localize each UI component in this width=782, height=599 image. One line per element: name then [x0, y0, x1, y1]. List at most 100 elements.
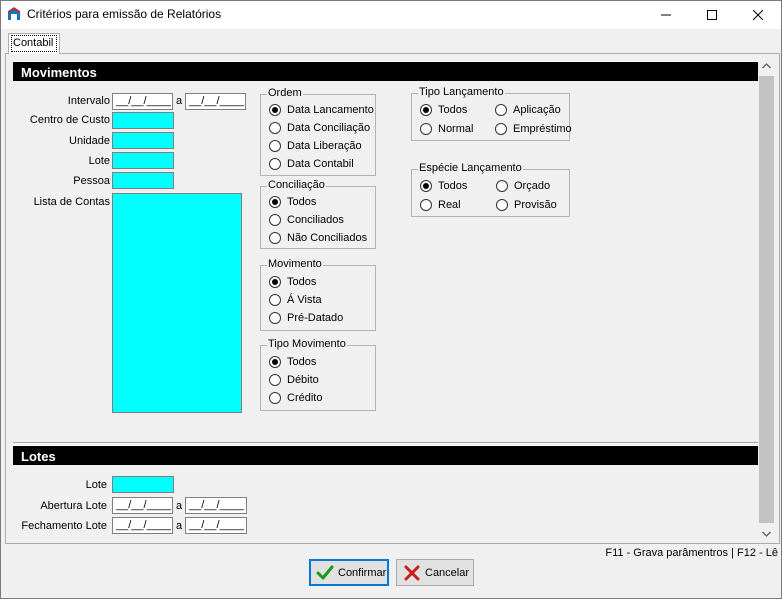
- radio-dot-icon: [269, 104, 281, 116]
- radio-conciliacao-todos[interactable]: Todos: [269, 196, 316, 208]
- radio-label: Real: [438, 199, 461, 211]
- radio-tipo-movimento-debito[interactable]: Débito: [269, 374, 319, 386]
- radio-dot-icon: [269, 392, 281, 404]
- radio-conciliacao-conciliados[interactable]: Conciliados: [269, 214, 344, 226]
- lote-label: Lote: [88, 155, 110, 167]
- radio-label: Data Lancamento: [287, 104, 374, 116]
- centro-custo-input[interactable]: [112, 112, 174, 129]
- abertura-from-input[interactable]: __/__/____: [112, 497, 173, 514]
- window-title: Critérios para emissão de Relatórios: [27, 7, 222, 21]
- x-icon: [404, 565, 420, 580]
- radio-ordem-data-liberacao[interactable]: Data Liberação: [269, 140, 362, 152]
- maximize-button[interactable]: [689, 1, 735, 29]
- movimentos-header: Movimentos: [13, 61, 758, 81]
- radio-tipo-lancamento-todos[interactable]: Todos: [420, 104, 467, 116]
- radio-label: Débito: [287, 374, 319, 386]
- radio-label: Todos: [438, 104, 468, 116]
- radio-dot-icon: [420, 199, 432, 211]
- checkmark-icon: [316, 565, 334, 579]
- radio-dot-icon: [269, 122, 281, 134]
- tipo-lancamento-group: Tipo Lançamento Todos Aplicação Normal E…: [411, 86, 572, 141]
- movimentos-title: Movimentos: [21, 65, 97, 80]
- shortcut-status-text: F11 - Grava parâmentros | F12 - Lê: [605, 547, 778, 559]
- abertura-to-input[interactable]: __/__/____: [185, 497, 247, 514]
- tipo-movimento-legend: Tipo Movimento: [267, 338, 347, 350]
- cancel-label: Cancelar: [425, 566, 470, 579]
- radio-label: Aplicação: [513, 104, 561, 116]
- fechamento-lote-label: Fechamento Lote: [21, 520, 107, 532]
- movimento-legend: Movimento: [267, 258, 323, 270]
- radio-label: Conciliados: [287, 214, 344, 226]
- radio-dot-icon: [269, 356, 281, 368]
- tipo-movimento-group: Tipo Movimento Todos Débito Crédito: [260, 338, 376, 411]
- scroll-thumb[interactable]: [759, 76, 774, 523]
- scroll-down-button[interactable]: [758, 525, 775, 542]
- radio-movimento-a-vista[interactable]: Á Vista: [269, 294, 322, 306]
- radio-movimento-todos[interactable]: Todos: [269, 276, 316, 288]
- radio-label: Todos: [287, 276, 317, 288]
- radio-tipo-lancamento-aplicacao[interactable]: Aplicação: [495, 104, 561, 116]
- intervalo-from-input[interactable]: __/__/____: [112, 93, 173, 110]
- lotes-lote-label: Lote: [85, 479, 107, 491]
- lotes-title: Lotes: [21, 449, 56, 464]
- radio-especie-lancamento-provisao[interactable]: Provisão: [496, 199, 557, 211]
- pessoa-label: Pessoa: [73, 175, 110, 187]
- ordem-legend: Ordem: [267, 87, 303, 99]
- lote-input[interactable]: [112, 152, 174, 169]
- fechamento-from-input[interactable]: __/__/____: [112, 517, 173, 534]
- radio-movimento-pre-datado[interactable]: Pré-Datado: [269, 312, 343, 324]
- radio-tipo-movimento-credito[interactable]: Crédito: [269, 392, 322, 404]
- app-icon: [7, 7, 21, 20]
- fechamento-sep: a: [176, 520, 183, 532]
- unidade-label: Unidade: [69, 135, 110, 147]
- radio-label: Todos: [438, 180, 468, 192]
- radio-label: Normal: [438, 123, 474, 135]
- section-divider: [13, 442, 758, 444]
- confirm-label: Confirmar: [338, 566, 387, 579]
- radio-conciliacao-nao-conciliados[interactable]: Não Conciliados: [269, 232, 367, 244]
- radio-ordem-data-lancamento[interactable]: Data Lancamento: [269, 104, 374, 116]
- radio-label: Orçado: [514, 180, 551, 192]
- radio-label: Não Conciliados: [287, 232, 368, 244]
- radio-label: Pré-Datado: [287, 312, 344, 324]
- radio-tipo-lancamento-emprestimo[interactable]: Empréstimo: [495, 123, 572, 135]
- ordem-group: Ordem Data Lancamento Data Conciliação D…: [260, 87, 376, 176]
- tab-contabil[interactable]: Contabil: [8, 33, 60, 54]
- chevron-up-icon: [762, 62, 771, 68]
- radio-especie-lancamento-todos[interactable]: Todos: [420, 180, 467, 192]
- radio-especie-lancamento-orcado[interactable]: Orçado: [496, 180, 550, 192]
- unidade-input[interactable]: [112, 132, 174, 149]
- radio-tipo-lancamento-normal[interactable]: Normal: [420, 123, 473, 135]
- lista-contas-input[interactable]: [112, 193, 242, 413]
- cancel-button[interactable]: Cancelar: [396, 559, 474, 586]
- radio-label: Data Contabil: [287, 158, 354, 170]
- radio-dot-icon: [269, 294, 281, 306]
- fechamento-to-input[interactable]: __/__/____: [185, 517, 247, 534]
- lotes-lote-input[interactable]: [112, 476, 174, 493]
- vertical-scrollbar[interactable]: [758, 57, 775, 542]
- radio-ordem-data-conciliacao[interactable]: Data Conciliação: [269, 122, 370, 134]
- close-icon: [753, 10, 763, 20]
- radio-dot-icon: [420, 123, 432, 135]
- centro-custo-label: Centro de Custo: [29, 114, 110, 126]
- confirm-button[interactable]: Confirmar: [309, 559, 389, 586]
- radio-dot-icon: [495, 104, 507, 116]
- radio-label: Todos: [287, 356, 317, 368]
- abertura-lote-label: Abertura Lote: [40, 500, 107, 512]
- intervalo-sep: a: [176, 95, 183, 107]
- radio-dot-icon: [269, 232, 281, 244]
- close-button[interactable]: [735, 1, 781, 29]
- intervalo-to-input[interactable]: __/__/____: [185, 93, 246, 110]
- radio-especie-lancamento-real[interactable]: Real: [420, 199, 461, 211]
- pessoa-input[interactable]: [112, 172, 174, 189]
- scroll-content: Movimentos Intervalo __/__/____ a __/__/…: [13, 57, 758, 542]
- especie-lancamento-legend: Espécie Lançamento: [418, 162, 523, 174]
- radio-tipo-movimento-todos[interactable]: Todos: [269, 356, 316, 368]
- scroll-up-button[interactable]: [758, 57, 775, 74]
- radio-ordem-data-contabil[interactable]: Data Contabil: [269, 158, 354, 170]
- tab-contabil-label: Contabil: [13, 37, 54, 49]
- radio-label: Crédito: [287, 392, 323, 404]
- intervalo-label: Intervalo: [67, 95, 110, 107]
- minimize-button[interactable]: [643, 1, 689, 29]
- lista-contas-label: Lista de Contas: [33, 196, 110, 208]
